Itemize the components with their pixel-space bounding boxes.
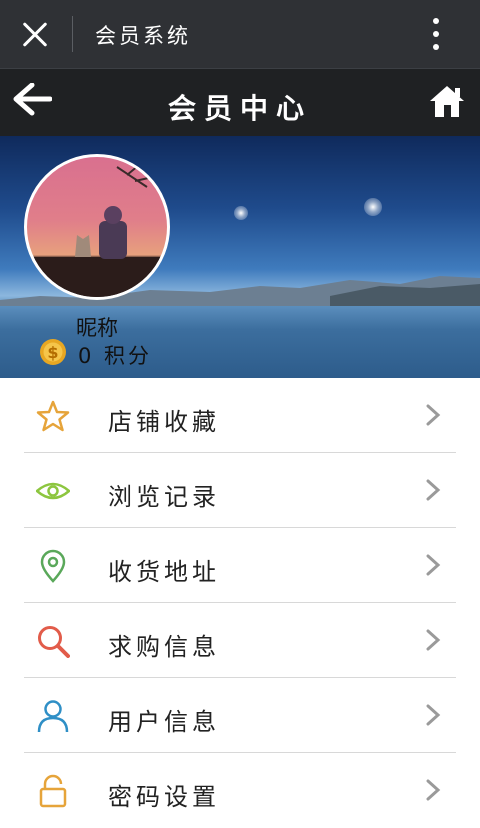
menu-item-browse-history[interactable]: 浏览记录 (0, 453, 480, 528)
chevron-right-icon (425, 404, 441, 426)
menu-item-label: 店铺收藏 (108, 408, 220, 436)
menu-item-label: 浏览记录 (108, 483, 220, 511)
chevron-right-icon (425, 779, 441, 801)
nickname: 昵称 (76, 316, 118, 340)
menu-item-user-info[interactable]: 用户信息 (0, 678, 480, 753)
menu-list: 店铺收藏 浏览记录 收货地址 求购信息 用户信息 密码设置 (0, 378, 480, 828)
light-glow (234, 206, 248, 220)
points-text: 0 积分 (78, 344, 153, 368)
home-icon[interactable] (428, 83, 466, 119)
window-title: 会员系统 (95, 24, 191, 48)
menu-item-shipping-address[interactable]: 收货地址 (0, 528, 480, 603)
chevron-right-icon (425, 554, 441, 576)
chevron-right-icon (425, 479, 441, 501)
window-bar: 会员系统 (0, 0, 480, 68)
profile-banner: 昵称 $ 0 积分 (0, 136, 480, 378)
nav-bar: 会员中心 (0, 68, 480, 137)
user-icon (36, 699, 70, 733)
chevron-right-icon (425, 704, 441, 726)
lock-icon (36, 774, 70, 808)
menu-item-label: 收货地址 (108, 558, 220, 586)
location-pin-icon (36, 549, 70, 583)
avatar[interactable] (24, 154, 170, 300)
eye-icon (35, 474, 71, 508)
menu-item-label: 密码设置 (108, 783, 220, 811)
star-icon (36, 399, 70, 433)
divider (72, 16, 73, 52)
menu-item-password-settings[interactable]: 密码设置 (0, 753, 480, 828)
page-title: 会员中心 (167, 92, 312, 125)
search-icon (36, 624, 70, 658)
more-icon[interactable] (426, 16, 446, 52)
menu-item-purchase-requests[interactable]: 求购信息 (0, 603, 480, 678)
menu-item-label: 用户信息 (108, 708, 220, 736)
light-glow (364, 198, 382, 216)
menu-item-store-favorites[interactable]: 店铺收藏 (0, 378, 480, 453)
chevron-right-icon (425, 629, 441, 651)
svg-text:$: $ (47, 343, 58, 362)
menu-item-label: 求购信息 (108, 633, 220, 661)
coin-icon: $ (39, 338, 67, 366)
close-icon[interactable] (18, 18, 52, 52)
